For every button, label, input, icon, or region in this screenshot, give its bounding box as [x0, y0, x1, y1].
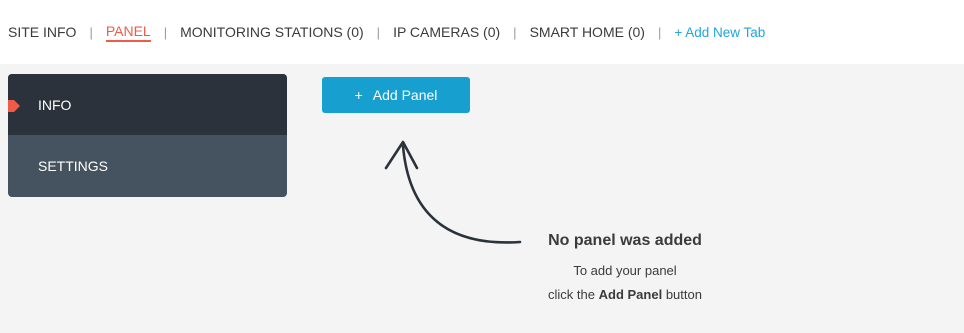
add-panel-label: Add Panel: [372, 87, 438, 103]
tab-smart-home[interactable]: SMART HOME (0): [530, 24, 645, 40]
empty-state: No panel was added To add your panel cli…: [480, 232, 770, 307]
empty-state-line2: click the Add Panel button: [480, 283, 770, 307]
plus-icon: +: [354, 87, 363, 103]
tab-separator: |: [513, 24, 517, 40]
sidebar-item-settings[interactable]: SETTINGS: [8, 135, 287, 196]
tab-bar: SITE INFO | PANEL | MONITORING STATIONS …: [0, 0, 964, 64]
add-new-tab-link[interactable]: + Add New Tab: [674, 25, 765, 40]
empty-state-title: No panel was added: [548, 232, 702, 249]
sidebar-item-label: SETTINGS: [38, 157, 109, 174]
tab-separator: |: [376, 24, 381, 40]
tab-ip-cameras[interactable]: IP CAMERAS (0): [393, 24, 500, 40]
tab-panel[interactable]: PANEL: [105, 23, 151, 42]
empty-state-bold: Add Panel: [598, 287, 663, 302]
tab-monitoring-stations[interactable]: MONITORING STATIONS (0): [180, 24, 364, 40]
sidebar-item-info[interactable]: INFO: [8, 74, 287, 135]
tab-separator: |: [657, 24, 662, 40]
empty-state-prefix: click the: [548, 287, 595, 302]
add-panel-button[interactable]: + Add Panel: [322, 77, 470, 113]
panel-sidebar: INFO SETTINGS: [8, 74, 287, 197]
tab-separator: |: [163, 24, 168, 40]
empty-state-line1: To add your panel: [573, 263, 677, 278]
tab-site-info[interactable]: SITE INFO: [8, 24, 76, 40]
tab-separator: |: [89, 24, 93, 40]
sidebar-item-label: INFO: [38, 96, 72, 113]
empty-state-suffix: button: [665, 287, 702, 302]
active-marker-icon: [8, 100, 20, 112]
